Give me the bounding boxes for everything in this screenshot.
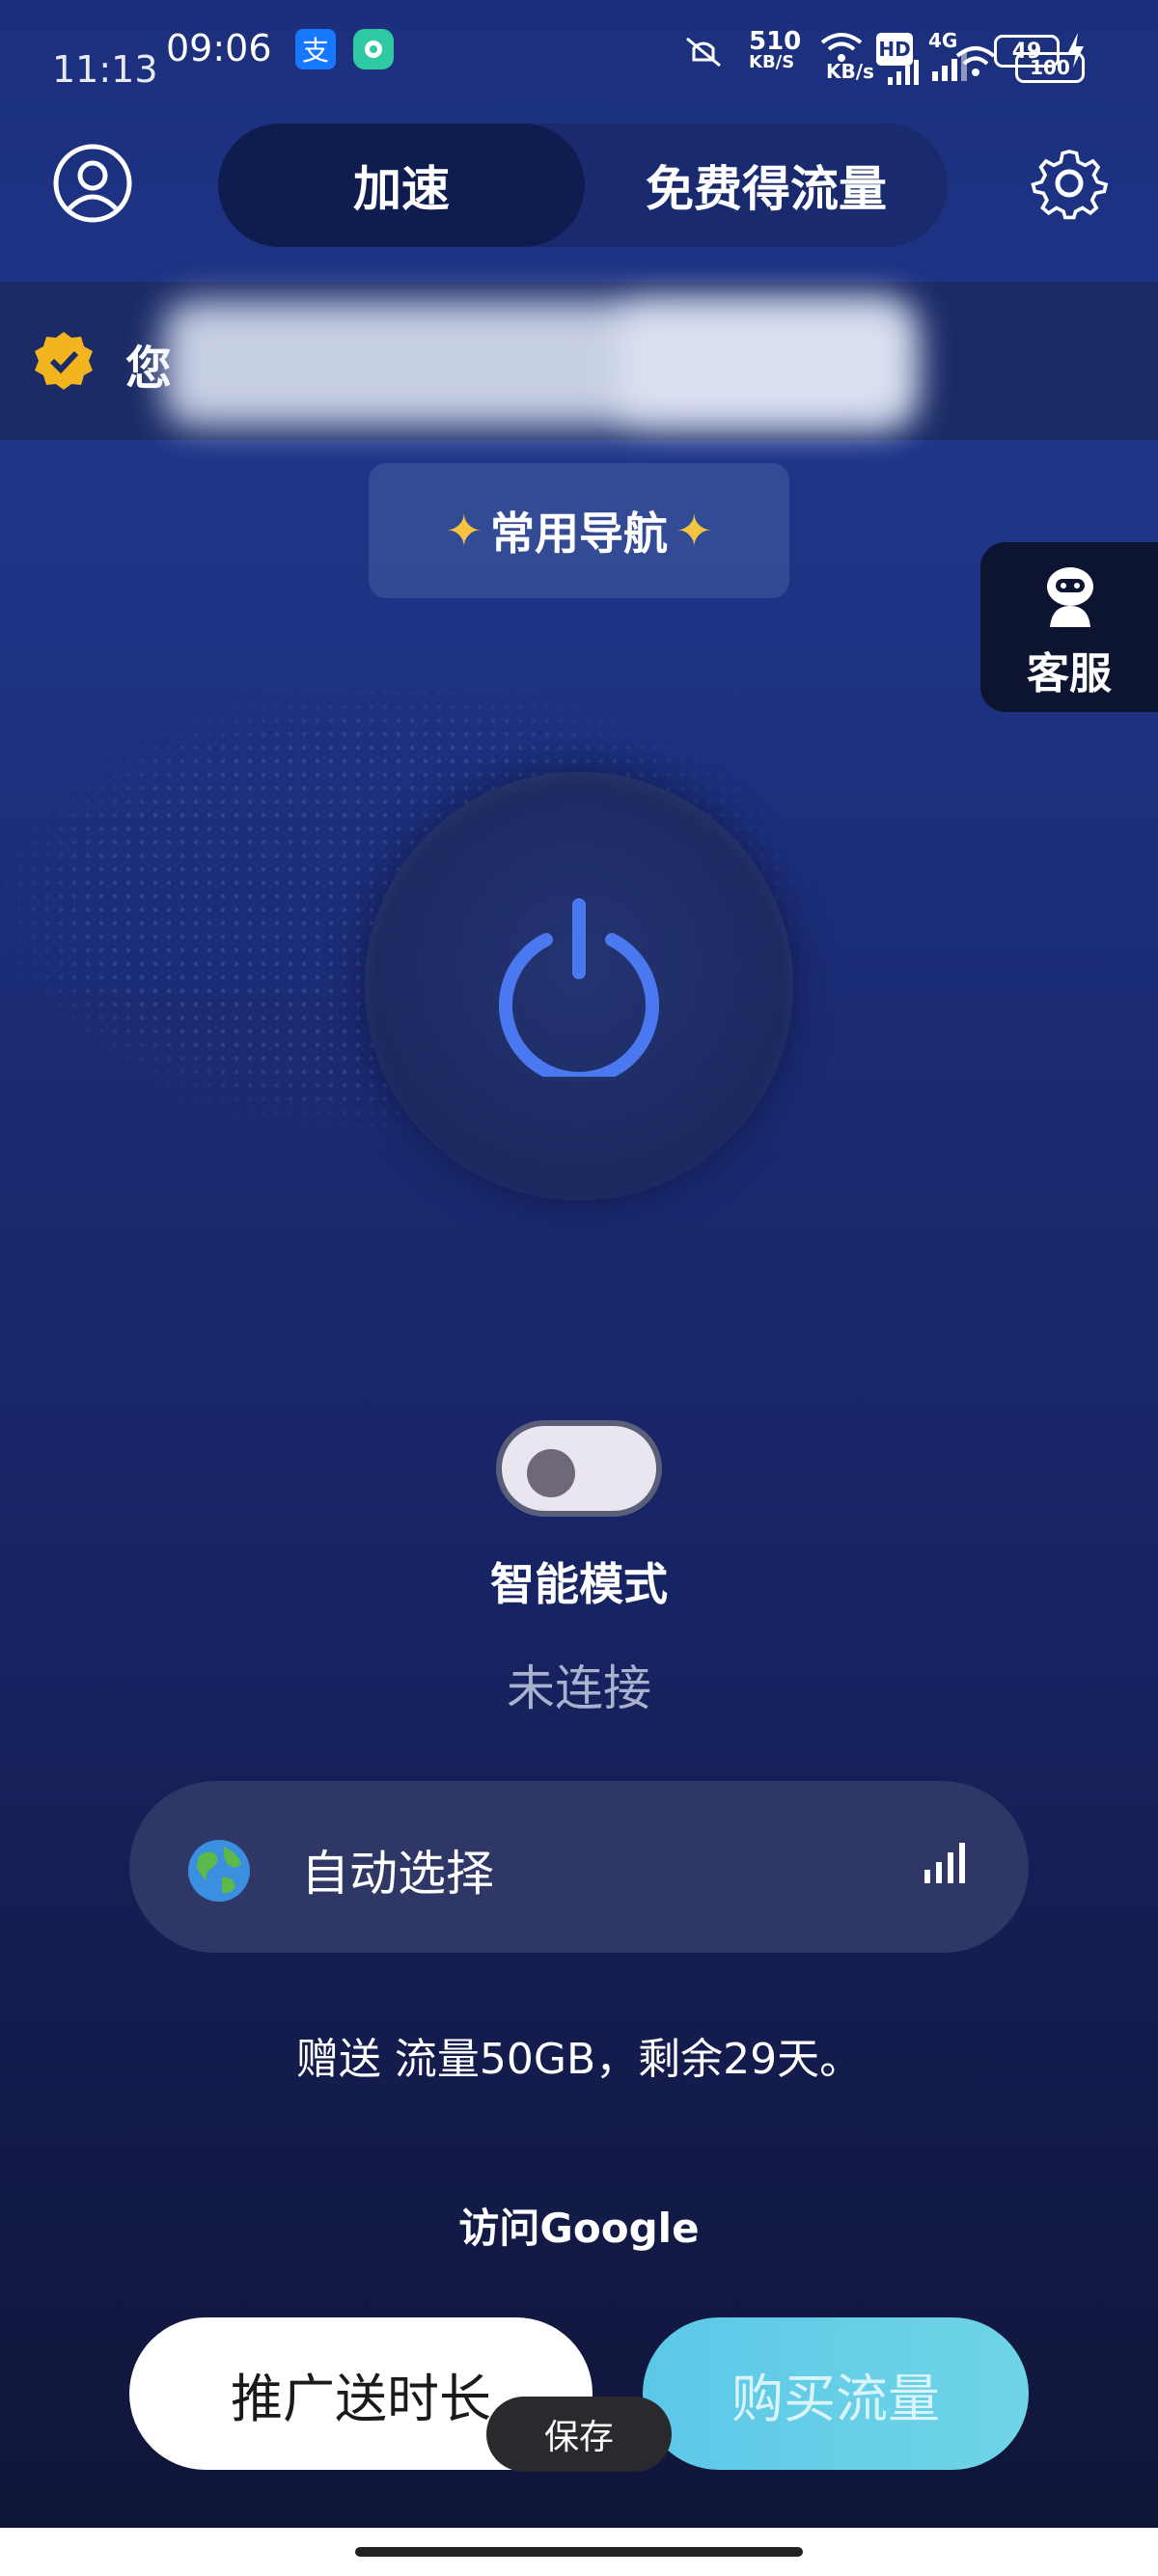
redacted-notice-text-2 (618, 301, 907, 426)
signal-icon-back (886, 60, 924, 87)
net-speed-back: KB/s (826, 60, 874, 83)
common-navigation-button[interactable]: ✦ 常用导航 ✦ (369, 463, 789, 598)
net-speed-unit: KB/S (749, 52, 795, 72)
globe-icon (187, 1839, 251, 1903)
status-time: 09:06 (166, 27, 272, 69)
mute-icon (679, 33, 728, 71)
customer-service-label: 客服 (1027, 649, 1112, 699)
sparkle-icon: ✦ (445, 505, 482, 557)
gift-traffic-info: 赠送 流量50GB，剩余29天。 (295, 2035, 863, 2084)
sparkle-icon: ✦ (676, 505, 713, 557)
smart-mode-label: 智能模式 (490, 1558, 668, 1610)
server-select-label: 自动选择 (301, 1846, 494, 1902)
robot-support-icon (1036, 562, 1104, 629)
common-navigation-label: 常用导航 (490, 507, 668, 560)
chat-app-icon (353, 29, 394, 69)
power-icon (494, 897, 664, 1085)
save-toast: 保存 (486, 2397, 672, 2472)
settings-gear-icon[interactable] (1029, 143, 1110, 224)
customer-service-button[interactable]: 客服 (980, 542, 1158, 712)
visit-google-link[interactable]: 访问Google (0, 2196, 1158, 2255)
verified-badge-icon (33, 330, 95, 392)
signal-strength-icon (923, 1839, 971, 1887)
top-tab-switcher: 加速 免费得流量 (218, 123, 948, 247)
status-time-back: 11:13 (52, 48, 158, 91)
alipay-icon: 支 (295, 29, 336, 69)
toggle-knob (527, 1449, 575, 1497)
home-indicator[interactable] (355, 2547, 803, 2557)
wifi-icon-back (953, 42, 998, 81)
tab-free-traffic[interactable]: 免费得流量 (585, 123, 948, 247)
tab-accelerate[interactable]: 加速 (218, 123, 585, 247)
status-bar: 11:13 09:06 支 510 KB/S KB/s HD 4G 49 100 (0, 0, 1158, 96)
server-select-row[interactable]: 自动选择 (129, 1781, 1029, 1953)
buy-traffic-button[interactable]: 购买流量 (643, 2317, 1029, 2470)
power-connect-button[interactable] (365, 772, 793, 1200)
connection-status: 未连接 (507, 1660, 651, 1716)
charging-icon (1065, 31, 1087, 69)
smart-mode-toggle[interactable] (496, 1420, 662, 1517)
user-profile-icon[interactable] (52, 143, 133, 224)
